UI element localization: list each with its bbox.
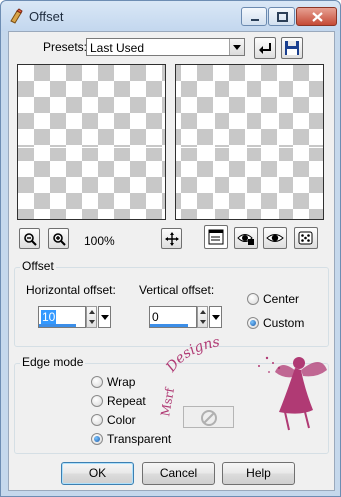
horizontal-offset-stepper[interactable]: 10 [38, 306, 111, 328]
preview-seam [176, 147, 323, 148]
spin-arrows-icon[interactable] [197, 306, 208, 328]
wrap-radio[interactable] [91, 376, 103, 388]
help-button[interactable]: Help [222, 462, 295, 485]
color-radio[interactable] [91, 414, 103, 426]
zoom-out-button[interactable] [19, 228, 40, 249]
undo-arrow-icon [259, 43, 271, 54]
result-preview[interactable] [175, 64, 324, 220]
transparent-radio-label[interactable]: Transparent [107, 432, 171, 446]
dice-icon [298, 231, 313, 245]
horizontal-offset-slider-bar[interactable] [39, 324, 76, 327]
chevron-down-icon[interactable] [98, 306, 111, 328]
random-dice-button[interactable] [294, 227, 318, 249]
presets-dropdown[interactable]: Last Used [86, 38, 245, 56]
dialog-body: Presets: Last Used 100% Offset Horizonta… [8, 31, 335, 491]
proof-button[interactable] [263, 227, 287, 249]
close-button[interactable] [296, 7, 337, 26]
minimize-icon [251, 19, 259, 21]
offset-seam-mid [245, 65, 247, 219]
ok-button[interactable]: OK [61, 462, 134, 485]
minimize-button[interactable] [241, 7, 267, 26]
reset-preset-button[interactable] [254, 37, 276, 59]
presets-value: Last Used [90, 41, 145, 55]
center-radio-label[interactable]: Center [263, 292, 299, 306]
custom-radio-label[interactable]: Custom [263, 316, 304, 330]
pan-button[interactable] [161, 228, 182, 249]
wrap-radio-label[interactable]: Wrap [107, 375, 135, 389]
zoom-in-icon [53, 233, 66, 246]
transparent-radio[interactable] [91, 433, 103, 445]
app-icon [8, 8, 24, 24]
chevron-down-icon[interactable] [209, 306, 222, 328]
toggle-preview-button[interactable] [204, 225, 228, 249]
vertical-offset-slider-bar[interactable] [150, 324, 188, 327]
horizontal-offset-input[interactable]: 10 [38, 306, 86, 328]
chevron-down-icon[interactable] [229, 39, 244, 55]
close-icon [312, 12, 323, 22]
zoom-out-icon [24, 233, 37, 246]
randomize-button[interactable] [234, 227, 258, 249]
cancel-button[interactable]: Cancel [142, 462, 215, 485]
color-radio-label[interactable]: Color [107, 413, 136, 427]
offset-seam-right [277, 65, 279, 219]
repeat-radio-label[interactable]: Repeat [107, 394, 146, 408]
move-arrows-icon [165, 232, 179, 246]
offset-group-title: Offset [20, 259, 56, 273]
horizontal-offset-label: Horizontal offset: [26, 283, 116, 297]
center-radio[interactable] [247, 293, 259, 305]
zoom-level: 100% [84, 234, 115, 248]
vertical-offset-input[interactable]: 0 [149, 306, 197, 328]
save-preset-button[interactable] [281, 37, 303, 59]
edge-mode-group [14, 363, 329, 454]
spin-arrows-icon[interactable] [86, 306, 97, 328]
zoom-in-button[interactable] [48, 228, 69, 249]
color-swatch[interactable] [183, 406, 234, 428]
original-preview[interactable] [17, 64, 166, 220]
eye-icon [266, 234, 284, 242]
repeat-radio[interactable] [91, 395, 103, 407]
maximize-button[interactable] [268, 7, 295, 26]
floppy-disk-icon [285, 41, 299, 55]
maximize-icon [277, 12, 288, 22]
edge-mode-group-title: Edge mode [20, 355, 86, 369]
eye-lock-icon [237, 234, 254, 245]
offset-seam-left [213, 65, 215, 219]
preview-seam [18, 147, 165, 148]
no-color-icon [201, 410, 217, 426]
vertical-offset-value: 0 [152, 310, 159, 324]
offset-dialog: Offset Presets: Last Used 100% Offset Ho… [0, 0, 341, 497]
title-bar[interactable]: Offset [1, 1, 340, 31]
custom-radio[interactable] [247, 317, 259, 329]
vertical-offset-stepper[interactable]: 0 [149, 306, 222, 328]
horizontal-offset-value: 10 [41, 310, 57, 324]
window-title: Offset [29, 9, 64, 24]
presets-label: Presets: [43, 40, 88, 54]
vertical-offset-label: Vertical offset: [139, 283, 215, 297]
preview-window-icon [208, 229, 224, 245]
